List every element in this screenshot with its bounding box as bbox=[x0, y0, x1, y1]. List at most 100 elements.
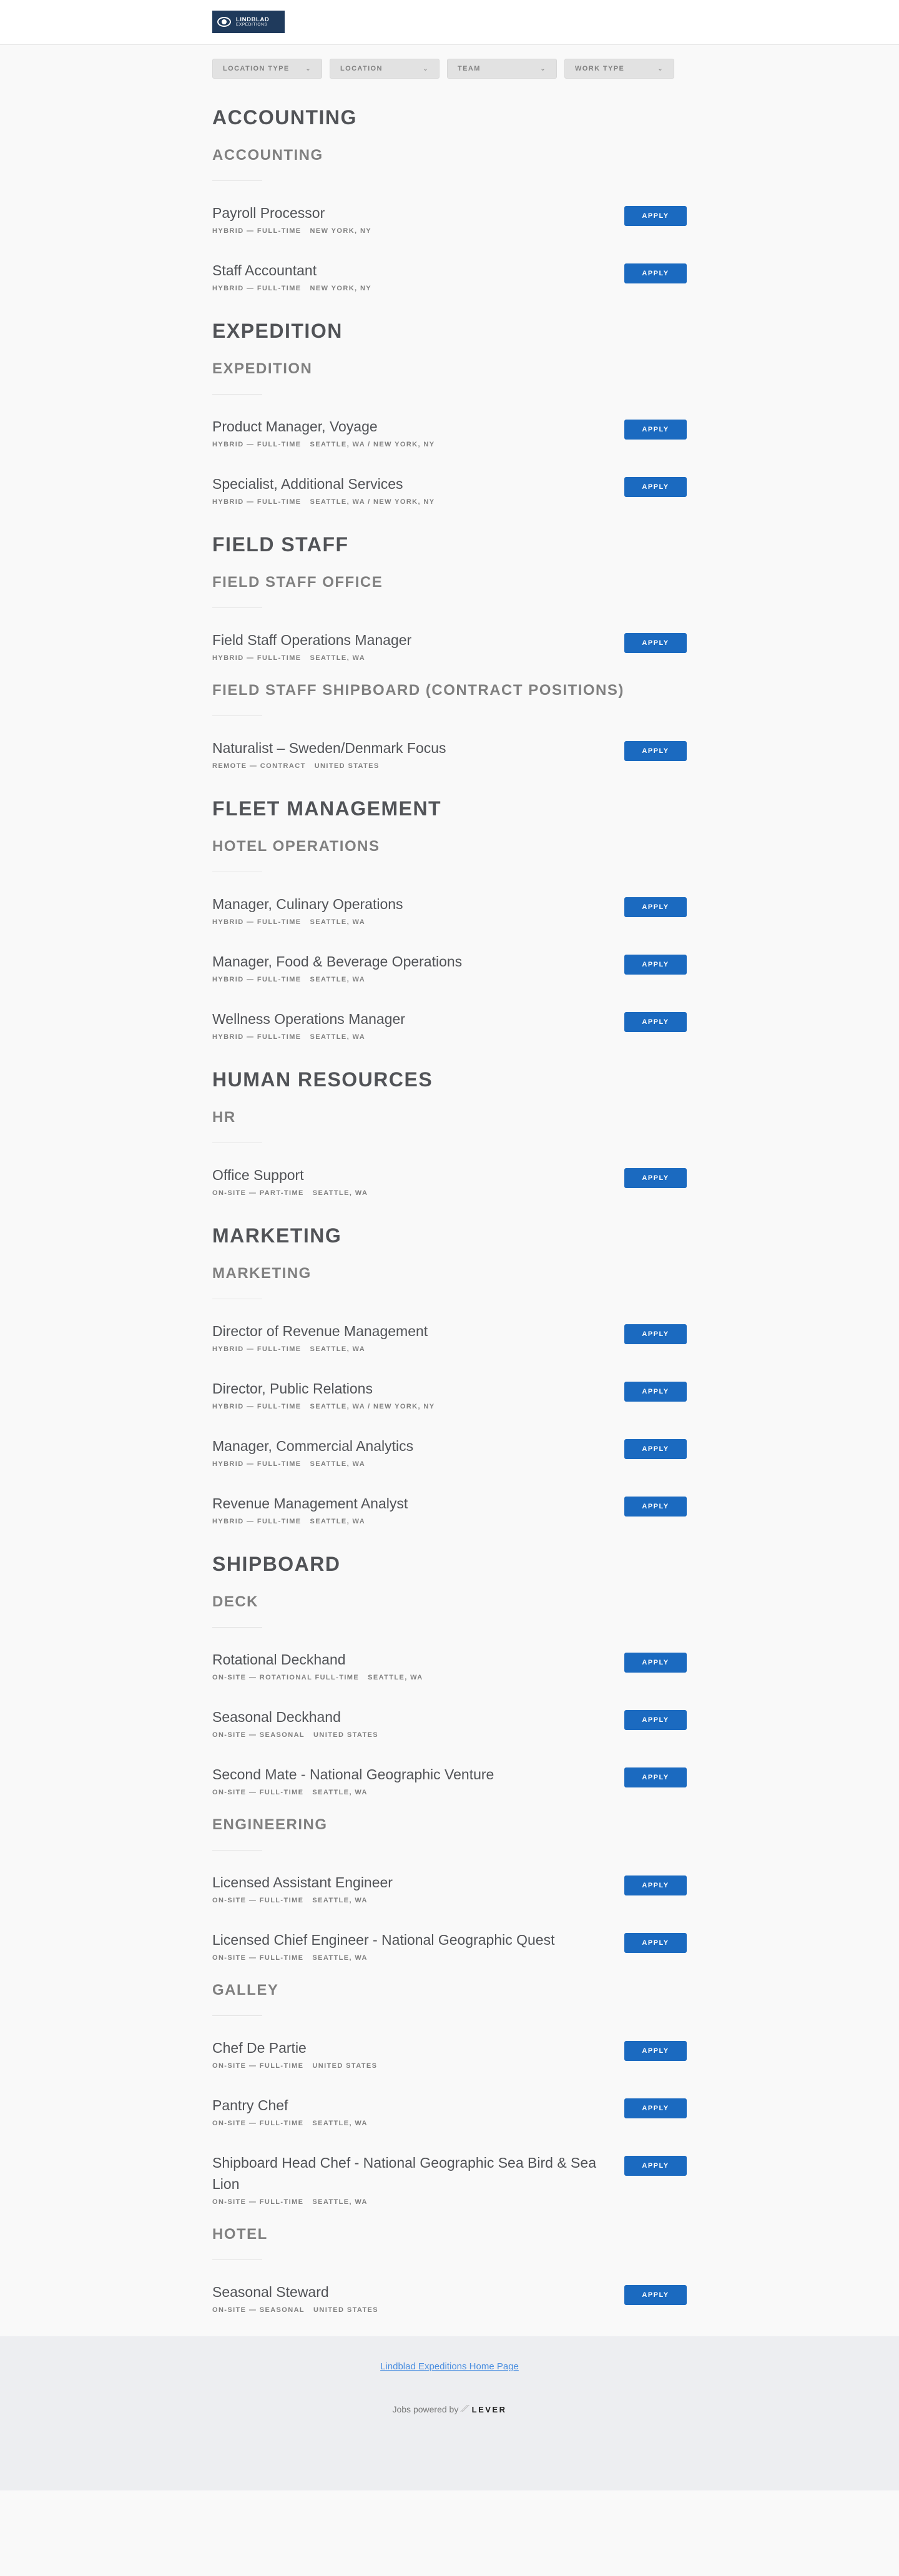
site-header: LINDBLAD EXPEDITIONS bbox=[0, 0, 899, 45]
apply-button[interactable]: APPLY bbox=[624, 1653, 687, 1673]
job-meta: ON-SITE — FULL-TIME SEATTLE, WA bbox=[212, 2120, 612, 2127]
job-title-link[interactable]: Rotational Deckhand bbox=[212, 1649, 612, 1670]
company-logo[interactable]: LINDBLAD EXPEDITIONS bbox=[212, 11, 285, 33]
job-location: SEATTLE, WA / NEW YORK, NY bbox=[310, 441, 435, 448]
job-meta: HYBRID — FULL-TIME SEATTLE, WA / NEW YORK… bbox=[212, 441, 612, 448]
job-location: SEATTLE, WA / NEW YORK, NY bbox=[310, 498, 435, 506]
job-title-link[interactable]: Product Manager, Voyage bbox=[212, 416, 612, 437]
apply-button[interactable]: APPLY bbox=[624, 1933, 687, 1953]
job-commitment: ON-SITE — FULL-TIME bbox=[212, 1789, 304, 1796]
apply-button[interactable]: APPLY bbox=[624, 2098, 687, 2118]
apply-button[interactable]: APPLY bbox=[624, 206, 687, 226]
apply-button[interactable]: APPLY bbox=[624, 2041, 687, 2061]
job-commitment: HYBRID — FULL-TIME bbox=[212, 1460, 302, 1468]
chevron-down-icon: ⌄ bbox=[657, 65, 664, 72]
apply-button[interactable]: APPLY bbox=[624, 1439, 687, 1459]
job-commitment: HYBRID — FULL-TIME bbox=[212, 441, 302, 448]
apply-button[interactable]: APPLY bbox=[624, 420, 687, 440]
job-title-link[interactable]: Manager, Commercial Analytics bbox=[212, 1435, 612, 1457]
department-title: FIELD STAFF OFFICE bbox=[212, 574, 383, 591]
apply-button[interactable]: APPLY bbox=[624, 1382, 687, 1402]
job-meta: HYBRID — FULL-TIME SEATTLE, WA bbox=[212, 1460, 612, 1468]
filter-dropdown[interactable]: WORK TYPE ⌄ bbox=[564, 59, 674, 79]
lever-logo-word[interactable]: LEVER bbox=[472, 2405, 507, 2414]
job-title-link[interactable]: Naturalist – Sweden/Denmark Focus bbox=[212, 737, 612, 759]
job-title-link[interactable]: Director, Public Relations bbox=[212, 1378, 612, 1399]
job-meta: HYBRID — FULL-TIME SEATTLE, WA bbox=[212, 1345, 612, 1353]
job-commitment: HYBRID — FULL-TIME bbox=[212, 976, 302, 983]
job-commitment: HYBRID — FULL-TIME bbox=[212, 285, 302, 292]
job-meta: HYBRID — FULL-TIME SEATTLE, WA / NEW YORK… bbox=[212, 1403, 612, 1410]
job-location: SEATTLE, WA bbox=[312, 2120, 368, 2127]
job-title-link[interactable]: Shipboard Head Chef - National Geographi… bbox=[212, 2152, 612, 2195]
team-title: FLEET MANAGEMENT bbox=[212, 797, 442, 820]
job-commitment: ON-SITE — FULL-TIME bbox=[212, 2198, 304, 2206]
apply-button[interactable]: APPLY bbox=[624, 1324, 687, 1344]
job-title-link[interactable]: Revenue Management Analyst bbox=[212, 1493, 612, 1514]
apply-button[interactable]: APPLY bbox=[624, 633, 687, 653]
department-group: HOTEL Seasonal Steward ON-SITE — SEASONAL U… bbox=[212, 2226, 687, 2314]
job-title-link[interactable]: Payroll Processor bbox=[212, 202, 612, 224]
apply-button[interactable]: APPLY bbox=[624, 263, 687, 283]
job-title-link[interactable]: Specialist, Additional Services bbox=[212, 473, 612, 494]
job-title-link[interactable]: Licensed Chief Engineer - National Geogr… bbox=[212, 1929, 612, 1950]
job-title-link[interactable]: Manager, Culinary Operations bbox=[212, 893, 612, 915]
apply-button[interactable]: APPLY bbox=[624, 1710, 687, 1730]
apply-button[interactable]: APPLY bbox=[624, 741, 687, 761]
job-posting: Chef De Partie ON-SITE — FULL-TIME UNITED … bbox=[212, 2032, 687, 2070]
filter-dropdown[interactable]: LOCATION TYPE ⌄ bbox=[212, 59, 322, 79]
job-title-link[interactable]: Field Staff Operations Manager bbox=[212, 629, 612, 651]
job-title-link[interactable]: Staff Accountant bbox=[212, 260, 612, 281]
main-content: LOCATION TYPE ⌄ LOCATION ⌄ TEAM ⌄ WORK TYPE ⌄ A… bbox=[212, 45, 687, 2314]
department-title: MARKETING bbox=[212, 1265, 312, 1282]
job-commitment: ON-SITE — SEASONAL bbox=[212, 2306, 305, 2314]
job-title-link[interactable]: Office Support bbox=[212, 1164, 612, 1186]
job-commitment: ON-SITE — FULL-TIME bbox=[212, 2062, 304, 2070]
apply-button[interactable]: APPLY bbox=[624, 1767, 687, 1787]
team-title: HUMAN RESOURCES bbox=[212, 1068, 433, 1091]
apply-button[interactable]: APPLY bbox=[624, 2285, 687, 2305]
job-posting: Shipboard Head Chef - National Geographi… bbox=[212, 2147, 687, 2206]
apply-button[interactable]: APPLY bbox=[624, 1875, 687, 1895]
department-group: ENGINEERING Licensed Assistant Engineer ON… bbox=[212, 1816, 687, 1962]
logo-mark-icon bbox=[217, 17, 231, 27]
job-title-link[interactable]: Pantry Chef bbox=[212, 2095, 612, 2116]
job-commitment: HYBRID — FULL-TIME bbox=[212, 1345, 302, 1353]
department-divider bbox=[212, 607, 262, 608]
job-title-link[interactable]: Director of Revenue Management bbox=[212, 1320, 612, 1342]
apply-button[interactable]: APPLY bbox=[624, 1497, 687, 1517]
apply-button[interactable]: APPLY bbox=[624, 1012, 687, 1032]
job-commitment: HYBRID — FULL-TIME bbox=[212, 227, 302, 235]
department-title: EXPEDITION bbox=[212, 360, 313, 377]
apply-button[interactable]: APPLY bbox=[624, 1168, 687, 1188]
job-commitment: ON-SITE — SEASONAL bbox=[212, 1731, 305, 1739]
job-title-link[interactable]: Seasonal Steward bbox=[212, 2281, 612, 2303]
job-location: SEATTLE, WA bbox=[310, 976, 366, 983]
job-title-link[interactable]: Wellness Operations Manager bbox=[212, 1008, 612, 1030]
job-posting: Revenue Management Analyst HYBRID — FULL-… bbox=[212, 1488, 687, 1525]
apply-button[interactable]: APPLY bbox=[624, 897, 687, 917]
home-page-link[interactable]: Lindblad Expeditions Home Page bbox=[380, 2361, 519, 2372]
apply-button[interactable]: APPLY bbox=[624, 477, 687, 497]
department-title: ACCOUNTING bbox=[212, 147, 323, 164]
department-group: FIELD STAFF SHIPBOARD (CONTRACT POSITION… bbox=[212, 682, 687, 770]
chevron-down-icon: ⌄ bbox=[423, 65, 429, 72]
filter-dropdown[interactable]: LOCATION ⌄ bbox=[330, 59, 440, 79]
job-commitment: HYBRID — FULL-TIME bbox=[212, 654, 302, 662]
job-title-link[interactable]: Second Mate - National Geographic Ventur… bbox=[212, 1764, 612, 1785]
team-title: FIELD STAFF bbox=[212, 533, 349, 556]
job-title-link[interactable]: Seasonal Deckhand bbox=[212, 1706, 612, 1728]
apply-button[interactable]: APPLY bbox=[624, 955, 687, 975]
job-title-link[interactable]: Licensed Assistant Engineer bbox=[212, 1872, 612, 1893]
job-title-link[interactable]: Manager, Food & Beverage Operations bbox=[212, 951, 612, 972]
department-divider bbox=[212, 180, 262, 181]
job-title-link[interactable]: Chef De Partie bbox=[212, 2037, 612, 2058]
filter-bar: LOCATION TYPE ⌄ LOCATION ⌄ TEAM ⌄ WORK TYPE ⌄ bbox=[212, 45, 687, 79]
filter-dropdown[interactable]: TEAM ⌄ bbox=[447, 59, 557, 79]
job-posting: Second Mate - National Geographic Ventur… bbox=[212, 1759, 687, 1796]
department-group: DECK Rotational Deckhand ON-SITE — ROTATIO… bbox=[212, 1593, 687, 1796]
filter-label: LOCATION bbox=[340, 65, 383, 72]
apply-button[interactable]: APPLY bbox=[624, 2156, 687, 2176]
job-location: SEATTLE, WA bbox=[310, 1518, 366, 1525]
job-location: SEATTLE, WA bbox=[312, 1897, 368, 1904]
